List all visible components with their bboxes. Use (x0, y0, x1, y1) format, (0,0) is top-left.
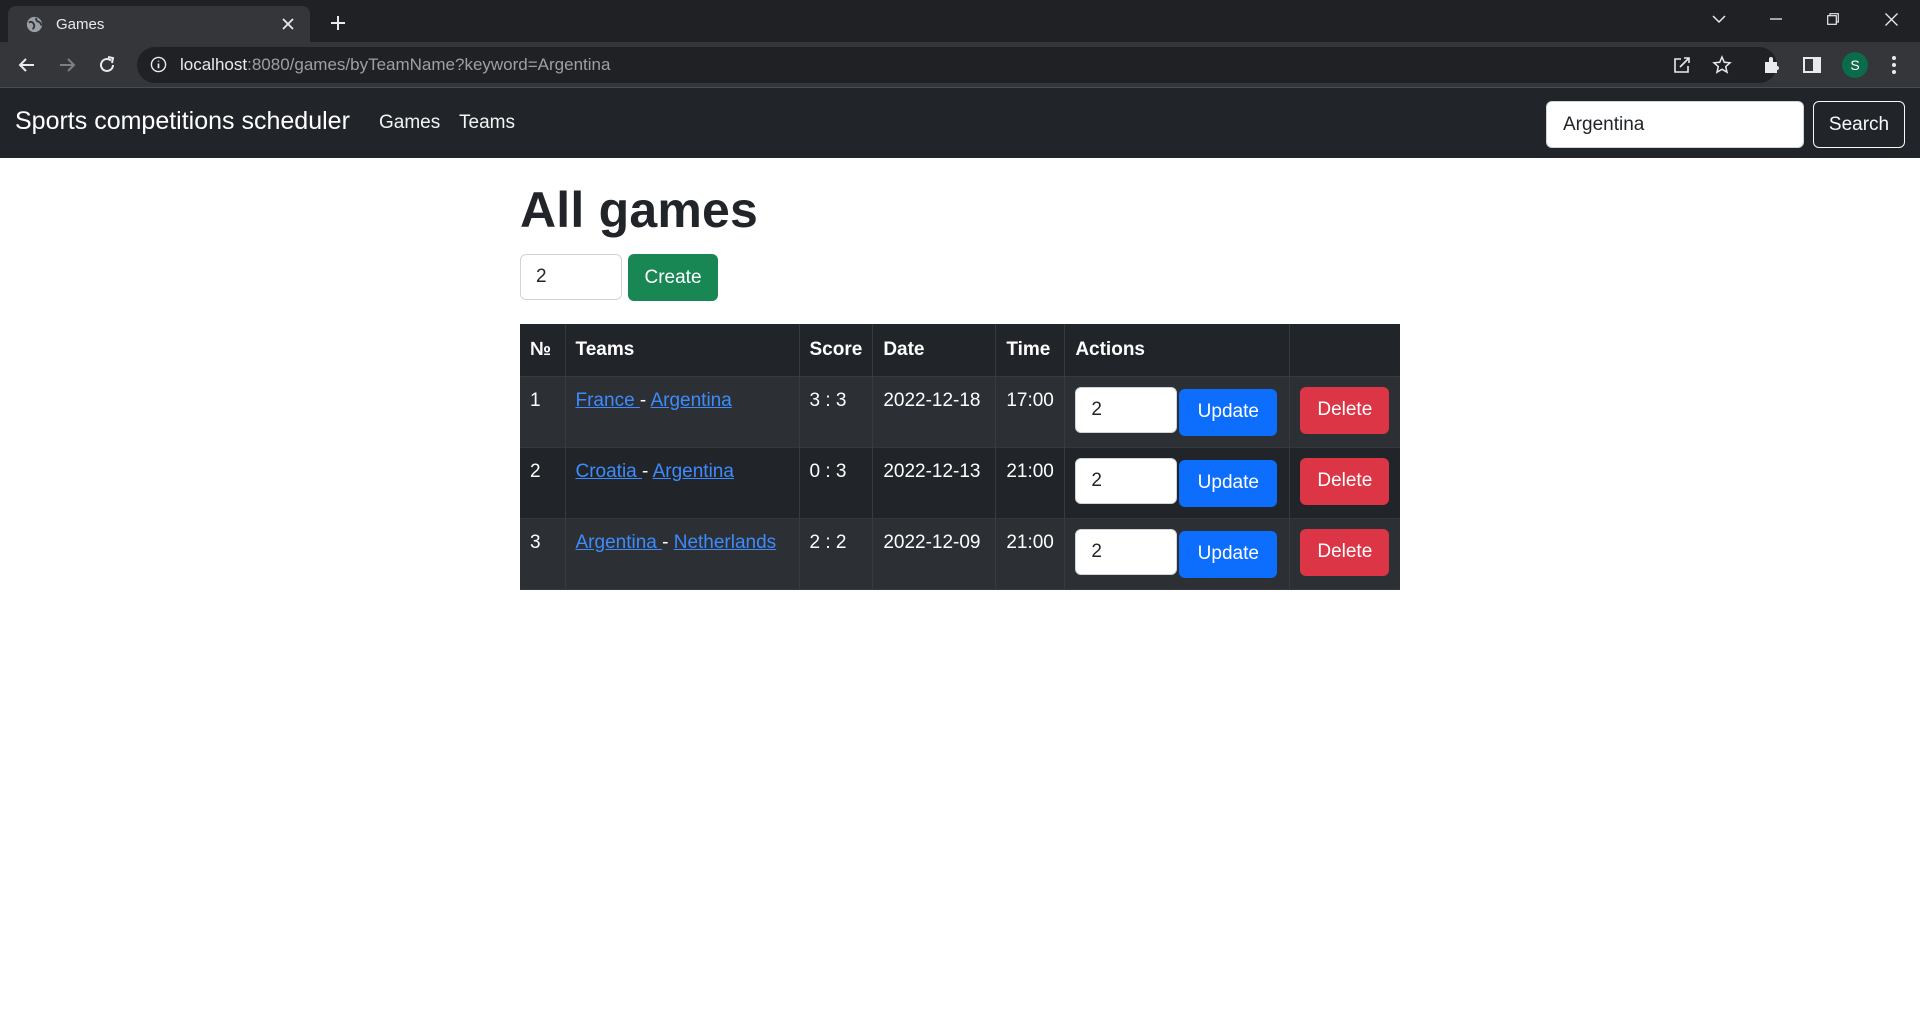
col-score: Score (798, 324, 873, 377)
delete-button[interactable]: Delete (1300, 457, 1390, 505)
close-icon[interactable] (278, 14, 298, 34)
main-container: All games Create № Teams Score Date Time… (520, 158, 1400, 590)
url-host: localhost (180, 55, 248, 74)
url-path: :8080/games/byTeamName?keyword=Argentina (247, 55, 611, 74)
team-separator: - (662, 531, 669, 553)
back-icon[interactable] (12, 50, 42, 80)
row-number-input[interactable] (1075, 387, 1178, 433)
row-actions: Update (1064, 447, 1290, 519)
team-link[interactable]: Argentina (650, 390, 731, 411)
row-time: 21:00 (995, 447, 1065, 519)
col-date: Date (872, 324, 996, 377)
row-teams: Argentina - Netherlands (564, 518, 799, 590)
browser-tab-bar: Games (0, 0, 1920, 42)
page-title: All games (520, 182, 759, 238)
row-date: 2022-12-09 (872, 518, 996, 590)
row-date: 2022-12-18 (872, 376, 996, 448)
bookmark-star-icon[interactable] (1710, 53, 1734, 77)
create-button[interactable]: Create (628, 254, 718, 301)
row-score: 0 : 3 (798, 447, 873, 519)
team-link[interactable]: France (576, 390, 640, 411)
address-bar[interactable]: localhost:8080/games/byTeamName?keyword=… (137, 47, 1777, 83)
row-score: 2 : 2 (798, 518, 873, 590)
row-number-input[interactable] (1075, 529, 1178, 575)
row-teams: France - Argentina (564, 376, 799, 448)
row-time: 17:00 (995, 376, 1065, 448)
forward-icon[interactable] (52, 50, 82, 80)
team-link[interactable]: Netherlands (674, 532, 776, 553)
create-form: Create (520, 252, 1400, 301)
col-actions: Actions (1064, 324, 1290, 377)
col-number: № (520, 324, 565, 377)
row-date: 2022-12-13 (872, 447, 996, 519)
row-actions: Update (1064, 518, 1290, 590)
col-time: Time (995, 324, 1065, 377)
side-panel-icon[interactable] (1800, 53, 1824, 77)
nav-link-games[interactable]: Games (379, 112, 440, 134)
share-icon[interactable] (1670, 53, 1694, 77)
reload-icon[interactable] (92, 50, 122, 80)
browser-toolbar: localhost:8080/games/byTeamName?keyword=… (0, 42, 1920, 88)
extensions-icon[interactable] (1760, 53, 1784, 77)
row-number-input[interactable] (1075, 458, 1178, 504)
row-actions: Update (1064, 376, 1290, 448)
minimize-icon[interactable] (1747, 0, 1805, 38)
row-number: 3 (520, 518, 565, 590)
team-link[interactable]: Croatia (576, 461, 643, 482)
tab-search-icon[interactable] (1690, 0, 1748, 38)
delete-button[interactable]: Delete (1300, 386, 1390, 434)
create-number-input[interactable] (520, 253, 622, 300)
games-table: № Teams Score Date Time Actions 1 France… (520, 324, 1400, 590)
update-button[interactable]: Update (1179, 530, 1278, 578)
tab-title: Games (56, 15, 105, 33)
info-icon[interactable] (150, 56, 168, 74)
update-button[interactable]: Update (1179, 459, 1278, 507)
app-navbar: Sports competitions scheduler Games Team… (0, 88, 1920, 158)
table-row: 1 France - Argentina 3 : 3 2022-12-18 17… (520, 376, 1400, 448)
table-row: 2 Croatia - Argentina 0 : 3 2022-12-13 2… (520, 447, 1400, 519)
row-delete: Delete (1289, 376, 1400, 448)
row-number: 2 (520, 447, 565, 519)
row-teams: Croatia - Argentina (564, 447, 799, 519)
profile-avatar[interactable]: S (1842, 52, 1868, 78)
row-delete: Delete (1289, 447, 1400, 519)
update-button[interactable]: Update (1179, 388, 1278, 436)
team-separator: - (642, 460, 649, 482)
globe-icon (25, 15, 44, 34)
search-input[interactable] (1546, 101, 1804, 148)
row-delete: Delete (1289, 518, 1400, 590)
nav-link-teams[interactable]: Teams (459, 112, 515, 134)
team-link[interactable]: Argentina (653, 461, 734, 482)
window-close-icon[interactable] (1862, 0, 1920, 38)
team-link[interactable]: Argentina (576, 532, 663, 553)
row-time: 21:00 (995, 518, 1065, 590)
menu-dots-icon[interactable] (1882, 53, 1906, 77)
team-separator: - (639, 389, 647, 411)
brand-link[interactable]: Sports competitions scheduler (15, 107, 350, 136)
delete-button[interactable]: Delete (1300, 528, 1390, 576)
table-row: 3 Argentina - Netherlands 2 : 2 2022-12-… (520, 518, 1400, 590)
browser-tab[interactable]: Games (8, 6, 310, 42)
row-number: 1 (520, 376, 565, 448)
restore-icon[interactable] (1804, 0, 1862, 38)
col-teams: Teams (564, 324, 799, 377)
search-button[interactable]: Search (1813, 101, 1905, 148)
col-delete (1289, 324, 1400, 377)
table-header-row: № Teams Score Date Time Actions (520, 324, 1400, 377)
new-tab-icon[interactable] (324, 9, 352, 37)
row-score: 3 : 3 (798, 376, 873, 448)
